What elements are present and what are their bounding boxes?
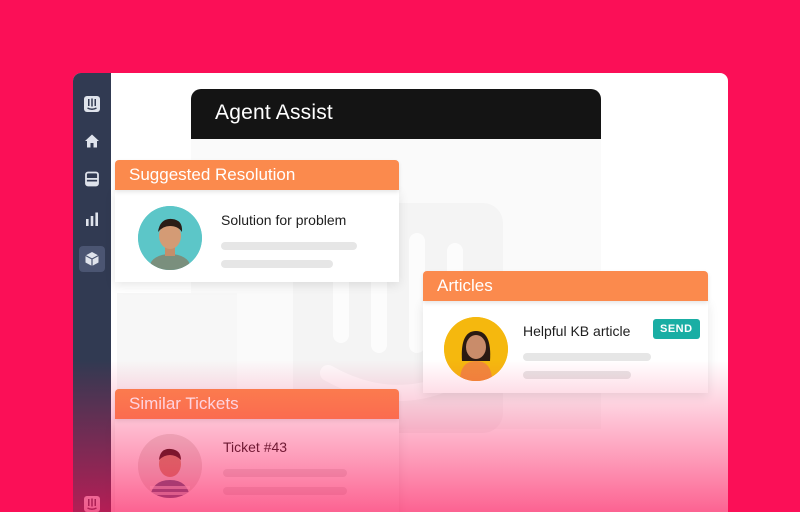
text-placeholder	[523, 371, 631, 379]
articles-card[interactable]: Helpful KB article SEND	[423, 301, 708, 393]
agent-assist-header: Agent Assist	[191, 89, 601, 139]
avatar	[138, 206, 202, 270]
similar-tickets-card[interactable]: Ticket #43	[115, 419, 399, 512]
text-placeholder	[523, 353, 651, 361]
home-icon[interactable]	[83, 132, 101, 150]
send-button[interactable]: SEND	[653, 319, 700, 339]
intercom-logo-icon[interactable]	[83, 495, 101, 512]
background-panel	[117, 293, 237, 393]
articles-header: Articles	[423, 271, 708, 301]
similar-tickets-header: Similar Tickets	[115, 389, 399, 419]
similar-tickets-header-label: Similar Tickets	[129, 394, 239, 413]
text-placeholder	[221, 242, 357, 250]
articles-header-label: Articles	[437, 276, 493, 295]
sidebar	[73, 73, 111, 512]
bar-chart-icon[interactable]	[83, 210, 101, 228]
articles-item-title: Helpful KB article	[523, 323, 631, 339]
avatar	[138, 434, 202, 498]
cube-icon[interactable]	[79, 246, 105, 272]
app-window: Agent Assist Solution for problem Sugges…	[73, 73, 728, 512]
avatar	[444, 317, 508, 381]
similar-ticket-title: Ticket #43	[223, 439, 288, 455]
inbox-icon[interactable]	[83, 170, 101, 188]
text-placeholder	[223, 487, 347, 495]
text-placeholder	[223, 469, 347, 477]
suggested-resolution-card[interactable]: Solution for problem	[115, 190, 399, 282]
suggested-resolution-header: Suggested Resolution	[115, 160, 399, 190]
text-placeholder	[221, 260, 333, 268]
intercom-logo-icon[interactable]	[83, 95, 101, 113]
suggested-resolution-title: Solution for problem	[221, 212, 347, 228]
suggested-resolution-header-label: Suggested Resolution	[129, 165, 296, 184]
agent-assist-title: Agent Assist	[215, 101, 333, 124]
